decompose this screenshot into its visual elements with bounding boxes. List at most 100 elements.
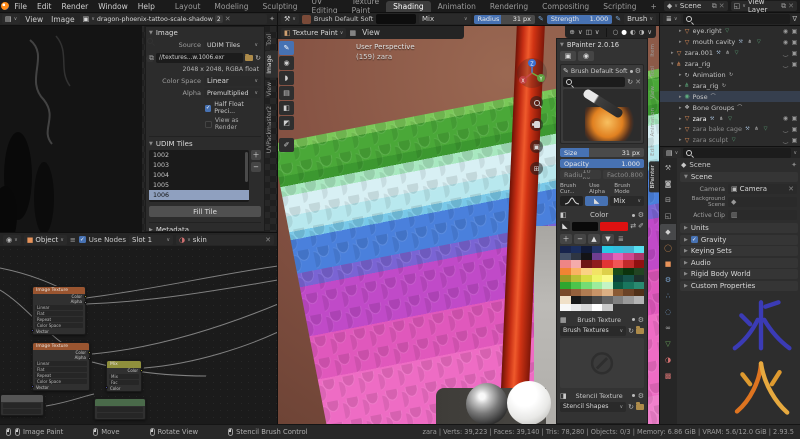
- shader-node-2[interactable]: MixColorMixFacColor: [106, 360, 142, 392]
- stencil-shapes-dropdown[interactable]: Stencil Shapes∨: [560, 402, 626, 412]
- factor-disabled-slider[interactable]: Facto0.800: [603, 170, 644, 179]
- palette-color-0-6[interactable]: [623, 246, 634, 253]
- brush-texture-preview[interactable]: ⊘: [560, 338, 644, 388]
- palette-color-5-4[interactable]: [602, 282, 613, 289]
- panel-custom-properties[interactable]: ▶Custom Properties: [680, 281, 798, 291]
- palette-color-8-3[interactable]: [592, 304, 603, 311]
- size-slider[interactable]: Size31 px: [560, 148, 644, 157]
- tool-annotate[interactable]: ✐: [279, 138, 294, 152]
- stencil-gear-icon[interactable]: ⚙: [638, 392, 644, 400]
- properties-tab-render[interactable]: ◙: [660, 176, 676, 192]
- outliner-row-mouth-cavity[interactable]: ▸▽mouth cavity⚒⋔▽◉▣: [660, 37, 800, 48]
- output-socket[interactable]: [88, 357, 91, 360]
- color-settings-gear-icon[interactable]: ⚙: [638, 211, 644, 219]
- palette-color-2-7[interactable]: [634, 260, 645, 267]
- fill-tile-button[interactable]: Fill Tile: [149, 206, 261, 217]
- node-field[interactable]: Fac: [109, 380, 139, 385]
- expand-arrow-icon[interactable]: ▸: [679, 28, 682, 34]
- node-field[interactable]: Color Space: [35, 323, 83, 328]
- node-field[interactable]: [3, 409, 41, 414]
- properties-editor-button[interactable]: ▤∨: [663, 148, 681, 158]
- render-camera-icon[interactable]: ▣: [791, 61, 798, 68]
- eyedropper-icon[interactable]: ✐: [638, 222, 644, 230]
- outliner-row-Pose[interactable]: ▸◉Pose⌒: [660, 91, 800, 102]
- active-tool-button[interactable]: ⚒∨: [281, 14, 299, 24]
- viewport-sidebar-tab-tool[interactable]: Tool: [649, 62, 659, 81]
- view-as-render-checkbox[interactable]: [205, 121, 212, 128]
- expand-arrow-icon[interactable]: ▸: [679, 126, 682, 132]
- filebrowse-icon[interactable]: ⧉: [149, 54, 154, 63]
- expand-arrow-icon[interactable]: ▸: [679, 94, 682, 100]
- palette-color-2-2[interactable]: [581, 260, 592, 267]
- node-editor-canvas[interactable]: Image TextureColorAlphaLinearFlatRepeatC…: [0, 246, 278, 424]
- palette-color-6-3[interactable]: [592, 289, 603, 296]
- properties-tab-constraints[interactable]: ∞: [660, 320, 676, 336]
- source-dropdown[interactable]: UDIM Tiles∨: [204, 40, 261, 50]
- paint-mode-button[interactable]: ▣: [560, 51, 576, 61]
- textures-folder-icon[interactable]: [636, 328, 644, 334]
- palette-color-2-0[interactable]: [560, 260, 571, 267]
- workspace-tab-rendering[interactable]: Rendering: [483, 1, 535, 12]
- brush-mode-dropdown[interactable]: Mix∨: [610, 196, 644, 206]
- expand-arrow-icon[interactable]: ▸: [679, 137, 682, 143]
- palette-color-8-4[interactable]: [602, 304, 613, 311]
- palette-color-3-2[interactable]: [581, 268, 592, 275]
- node-header[interactable]: [95, 399, 145, 406]
- menu-view[interactable]: View: [22, 15, 46, 24]
- tool-draw[interactable]: ✎: [279, 41, 294, 55]
- workspace-tab-compositing[interactable]: Compositing: [535, 1, 596, 12]
- workspace-tab-shading[interactable]: Shading: [386, 1, 430, 12]
- palette-color-4-0[interactable]: [560, 275, 571, 282]
- menu-image[interactable]: Image: [48, 15, 78, 24]
- pin-icon[interactable]: ✦: [269, 15, 275, 23]
- tool-smear[interactable]: ◗: [279, 71, 294, 85]
- panel-gravity[interactable]: ▶✓Gravity: [680, 235, 798, 245]
- visibility-eye-closed-icon[interactable]: ‿: [782, 126, 789, 133]
- node-field[interactable]: Flat: [35, 311, 83, 316]
- brush-texture-gear-icon[interactable]: ⚙: [638, 316, 644, 324]
- palette-color-7-7[interactable]: [634, 296, 645, 303]
- properties-tab-texture[interactable]: ▩: [660, 368, 676, 384]
- palette-color-4-1[interactable]: [571, 275, 582, 282]
- viewport-view-menu[interactable]: View: [359, 28, 383, 37]
- node-field[interactable]: Flat: [35, 367, 87, 372]
- outliner-row-zara-sculpt[interactable]: ▸▽zara sculpt▽‿▣: [660, 135, 800, 146]
- filepath-field[interactable]: //textures...w.1006.exr: [156, 53, 243, 63]
- palette-color-2-4[interactable]: [602, 260, 613, 267]
- palette-color-4-4[interactable]: [602, 275, 613, 282]
- properties-tab-tool[interactable]: ⚒: [660, 160, 676, 176]
- bpainter-header[interactable]: ▼BPainter 2.0.16: [560, 41, 644, 49]
- palette-color-8-2[interactable]: [581, 304, 592, 311]
- palette-color-7-0[interactable]: [560, 296, 571, 303]
- active-clip-field[interactable]: ▥: [728, 210, 797, 220]
- outliner-row-zara-001[interactable]: ▸▽zara.001⚒⋔▽‿▣: [660, 48, 800, 59]
- palette-up-button[interactable]: ▲: [588, 234, 600, 244]
- outliner-row-Animation[interactable]: ▸↻Animation↻: [660, 70, 800, 81]
- editor-type-button[interactable]: ▤∨: [2, 14, 20, 24]
- pin-properties-icon[interactable]: ✦: [791, 161, 797, 169]
- brush-swatch-icon[interactable]: [302, 15, 311, 24]
- palette-color-2-6[interactable]: [623, 260, 634, 267]
- palette-color-7-1[interactable]: [571, 296, 582, 303]
- viewport-sidebar-tab-edit[interactable]: Edit: [649, 141, 659, 160]
- expand-arrow-icon[interactable]: ▾: [671, 61, 674, 67]
- output-socket[interactable]: [84, 295, 87, 298]
- palette-color-6-1[interactable]: [571, 289, 582, 296]
- panel-units[interactable]: ▶Units: [680, 223, 798, 233]
- shading-rendered-icon[interactable]: ◑: [639, 28, 645, 36]
- expand-arrow-icon[interactable]: ▸: [679, 39, 682, 45]
- primary-color-swatch[interactable]: [572, 222, 598, 231]
- stencil-dot[interactable]: [632, 394, 635, 397]
- palette-color-1-7[interactable]: [634, 253, 645, 260]
- visibility-eye-closed-icon[interactable]: ‿: [782, 50, 789, 57]
- properties-tab-physics[interactable]: ◌: [660, 304, 676, 320]
- udim-panel-header[interactable]: ▼UDIM Tiles: [149, 136, 261, 148]
- palette-color-0-7[interactable]: [634, 246, 645, 253]
- palette-color-7-6[interactable]: [623, 296, 634, 303]
- tool-soften[interactable]: ◉: [279, 56, 294, 70]
- palette-color-5-5[interactable]: [613, 282, 624, 289]
- palette-color-2-3[interactable]: [592, 260, 603, 267]
- palette-color-0-0[interactable]: [560, 246, 571, 253]
- udim-tile-1004[interactable]: 1004: [149, 170, 249, 180]
- palette-color-3-4[interactable]: [602, 268, 613, 275]
